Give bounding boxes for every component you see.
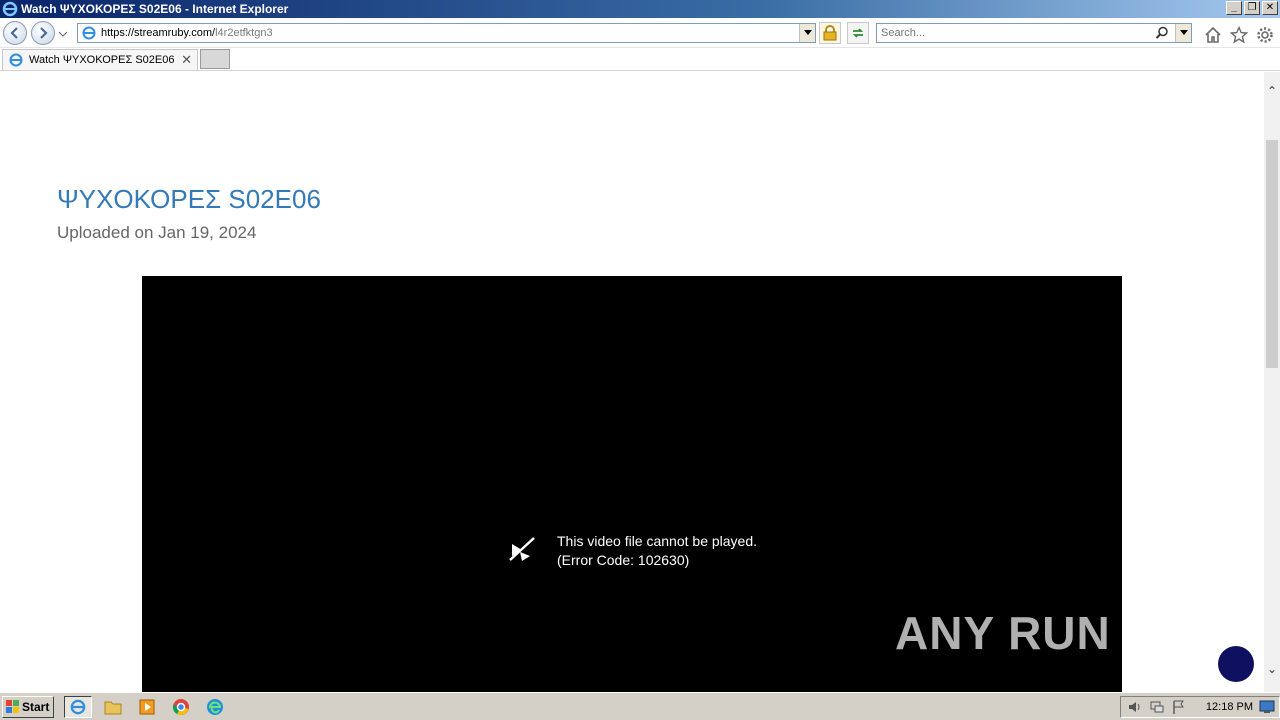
chrome-icon	[172, 699, 189, 715]
arrow-right-icon	[40, 27, 48, 39]
back-button[interactable]	[3, 21, 27, 45]
ie-icon	[70, 699, 86, 715]
tab-close-icon[interactable]: ✕	[181, 52, 192, 68]
gear-icon[interactable]	[1256, 26, 1274, 44]
taskbar-clock[interactable]: 12:18 PM	[1206, 701, 1253, 713]
url-path: l4r2etfktgn3	[215, 27, 273, 39]
edge-icon	[207, 699, 223, 715]
taskbar-media-player[interactable]	[133, 696, 161, 718]
navigation-bar: https://streamruby.com/l4r2etfktgn3	[0, 18, 1280, 48]
tab-watch-video[interactable]: Watch ΨΥΧΟΚΟΡΕΣ S02E06 ✕	[2, 49, 198, 70]
close-button[interactable]: ✕	[1262, 1, 1278, 15]
taskbar-ie[interactable]	[64, 696, 92, 718]
upload-date: Uploaded on Jan 19, 2024	[57, 223, 257, 242]
media-player-icon	[139, 699, 155, 715]
video-title-link[interactable]: ΨΥΧΟΚΟΡΕΣ S02E06	[57, 184, 321, 215]
tab-label: Watch ΨΥΧΟΚΟΡΕΣ S02E06	[29, 54, 175, 66]
restore-button[interactable]: ❐	[1244, 1, 1260, 15]
new-tab-button[interactable]	[200, 49, 230, 69]
security-lock-button[interactable]	[819, 22, 841, 44]
address-dropdown-button[interactable]	[799, 24, 815, 42]
url-text[interactable]: https://streamruby.com/l4r2etfktgn3	[101, 27, 273, 39]
search-icon[interactable]	[1155, 26, 1169, 40]
tab-strip: Watch ΨΥΧΟΚΟΡΕΣ S02E06 ✕	[0, 48, 1280, 71]
error-text: This video file cannot be played.	[557, 533, 758, 549]
chevron-down-icon	[1179, 30, 1188, 35]
arrow-left-icon	[10, 27, 18, 39]
taskbar-chrome[interactable]	[167, 696, 195, 718]
url-host: https://streamruby.com/	[101, 27, 216, 39]
start-label: Start	[22, 700, 50, 714]
scroll-down-arrow-icon[interactable]: ⌄	[1264, 662, 1280, 678]
browser-tool-icons	[1204, 26, 1274, 44]
scroll-thumb[interactable]	[1266, 140, 1278, 368]
minimize-button[interactable]: _	[1226, 1, 1242, 15]
folder-icon	[104, 701, 122, 715]
taskbar-edge[interactable]	[201, 696, 229, 718]
ie-page-icon	[9, 53, 23, 67]
video-error-message: This video file cannot be played. (Error…	[557, 532, 757, 570]
start-button[interactable]: Start	[2, 696, 54, 718]
search-input[interactable]	[881, 27, 1151, 39]
scroll-up-arrow-icon[interactable]: ⌃	[1264, 84, 1280, 100]
anyrun-watermark: ANY RUN	[895, 607, 1111, 659]
home-icon[interactable]	[1204, 26, 1222, 44]
history-dropdown-icon[interactable]	[58, 30, 68, 38]
volume-icon[interactable]	[1127, 699, 1143, 715]
window-titlebar: Watch ΨΥΧΟΚΟΡΕΣ S02E06 - Internet Explor…	[0, 0, 1280, 18]
show-desktop-icon[interactable]	[1259, 700, 1275, 714]
window-title: Watch ΨΥΧΟΚΟΡΕΣ S02E06 - Internet Explor…	[21, 2, 289, 16]
window-controls: _ ❐ ✕	[1226, 1, 1278, 15]
error-code: (Error Code: 102630)	[557, 552, 690, 568]
refresh-button[interactable]	[847, 22, 869, 44]
address-bar[interactable]: https://streamruby.com/l4r2etfktgn3	[77, 23, 816, 43]
ie-page-icon	[82, 26, 96, 40]
forward-button[interactable]	[31, 21, 55, 45]
vertical-scrollbar[interactable]: ⌃ ⌄	[1264, 72, 1280, 692]
windows-flag-icon	[6, 700, 19, 713]
video-error-icon	[509, 537, 535, 561]
ie-logo-icon	[2, 1, 18, 17]
action-center-flag-icon[interactable]	[1171, 699, 1187, 715]
web-page-content: ΨΥΧΟΚΟΡΕΣ S02E06 Uploaded on Jan 19, 202…	[0, 72, 1264, 692]
search-box[interactable]	[876, 23, 1192, 43]
refresh-icon	[852, 28, 864, 38]
taskbar-explorer[interactable]	[99, 696, 127, 718]
chevron-down-icon	[803, 30, 812, 35]
chat-widget-button[interactable]	[1218, 646, 1254, 682]
star-favorites-icon[interactable]	[1230, 26, 1248, 44]
network-icon[interactable]	[1149, 699, 1165, 715]
search-dropdown-button[interactable]	[1175, 24, 1191, 42]
windows-taskbar: Start 12:18 PM	[0, 692, 1280, 720]
lock-icon	[823, 25, 837, 41]
system-tray: 12:18 PM	[1120, 696, 1280, 718]
